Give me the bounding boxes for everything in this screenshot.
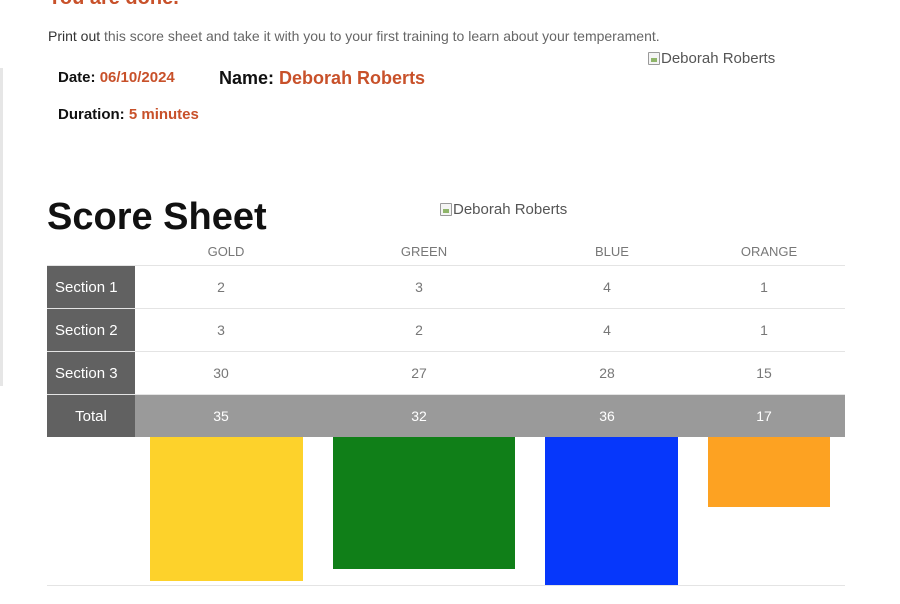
table-cell: 4 xyxy=(603,322,611,338)
duration-label: Duration: xyxy=(58,106,125,123)
total-row: Total 35 32 36 17 xyxy=(47,395,845,437)
intro-strong: Print out xyxy=(48,28,101,44)
column-header-row: GOLD GREEN BLUE ORANGE xyxy=(47,240,845,266)
table-cell: 2 xyxy=(217,279,225,295)
table-cell: 30 xyxy=(213,365,229,381)
table-cell: 2 xyxy=(415,322,423,338)
column-header-blue: BLUE xyxy=(595,244,629,259)
column-header-green: GREEN xyxy=(400,244,448,259)
table-cell: 3 xyxy=(415,279,423,295)
row-label: Section 1 xyxy=(47,266,135,308)
table-cell: 4 xyxy=(603,279,611,295)
score-image-broken: Deborah Roberts xyxy=(440,201,567,218)
broken-image-icon xyxy=(440,203,452,216)
score-sheet-title: Score Sheet xyxy=(47,196,267,238)
bar-green xyxy=(333,437,515,569)
total-cell: 17 xyxy=(756,408,772,424)
profile-image-broken: Deborah Roberts xyxy=(648,50,775,67)
duration-field: Duration: 5 minutes xyxy=(58,106,199,123)
table-cell: 28 xyxy=(599,365,615,381)
bar-blue xyxy=(545,437,678,585)
intro-text: Print out this score sheet and take it w… xyxy=(48,28,660,44)
column-header-gold: GOLD xyxy=(207,244,245,259)
total-label: Total xyxy=(47,395,135,437)
completion-heading: You are done. xyxy=(48,0,179,10)
row-label: Section 2 xyxy=(47,309,135,351)
table-cell: 1 xyxy=(760,322,768,338)
name-value: Deborah Roberts xyxy=(279,68,426,88)
table-row: Section 3 30 27 28 15 xyxy=(47,352,845,395)
name-field: Name: Deborah Roberts xyxy=(219,68,425,89)
date-label: Date: xyxy=(58,69,96,86)
total-cell: 35 xyxy=(213,408,229,424)
total-cell: 36 xyxy=(599,408,615,424)
row-label: Section 3 xyxy=(47,352,135,394)
intro-rest: this score sheet and take it with you to… xyxy=(100,28,660,44)
table-cell: 15 xyxy=(756,365,772,381)
score-image-alt: Deborah Roberts xyxy=(453,201,568,218)
name-label: Name: xyxy=(219,68,275,88)
chart-baseline xyxy=(47,585,845,586)
date-value: 06/10/2024 xyxy=(99,69,175,86)
table-cell: 3 xyxy=(217,322,225,338)
bar-orange xyxy=(708,437,830,507)
broken-image-icon xyxy=(648,52,660,65)
table-row: Section 2 3 2 4 1 xyxy=(47,309,845,352)
total-cell: 32 xyxy=(411,408,427,424)
left-border-rule xyxy=(0,68,3,386)
table-cell: 1 xyxy=(760,279,768,295)
bar-gold xyxy=(150,437,303,581)
duration-value: 5 minutes xyxy=(128,106,199,123)
table-row: Section 1 2 3 4 1 xyxy=(47,266,845,309)
table-cell: 27 xyxy=(411,365,427,381)
score-table: GOLD GREEN BLUE ORANGE Section 1 2 3 4 1… xyxy=(47,240,845,437)
profile-image-alt: Deborah Roberts xyxy=(661,50,776,67)
column-header-orange: ORANGE xyxy=(740,244,798,259)
date-field: Date: 06/10/2024 xyxy=(58,69,175,86)
